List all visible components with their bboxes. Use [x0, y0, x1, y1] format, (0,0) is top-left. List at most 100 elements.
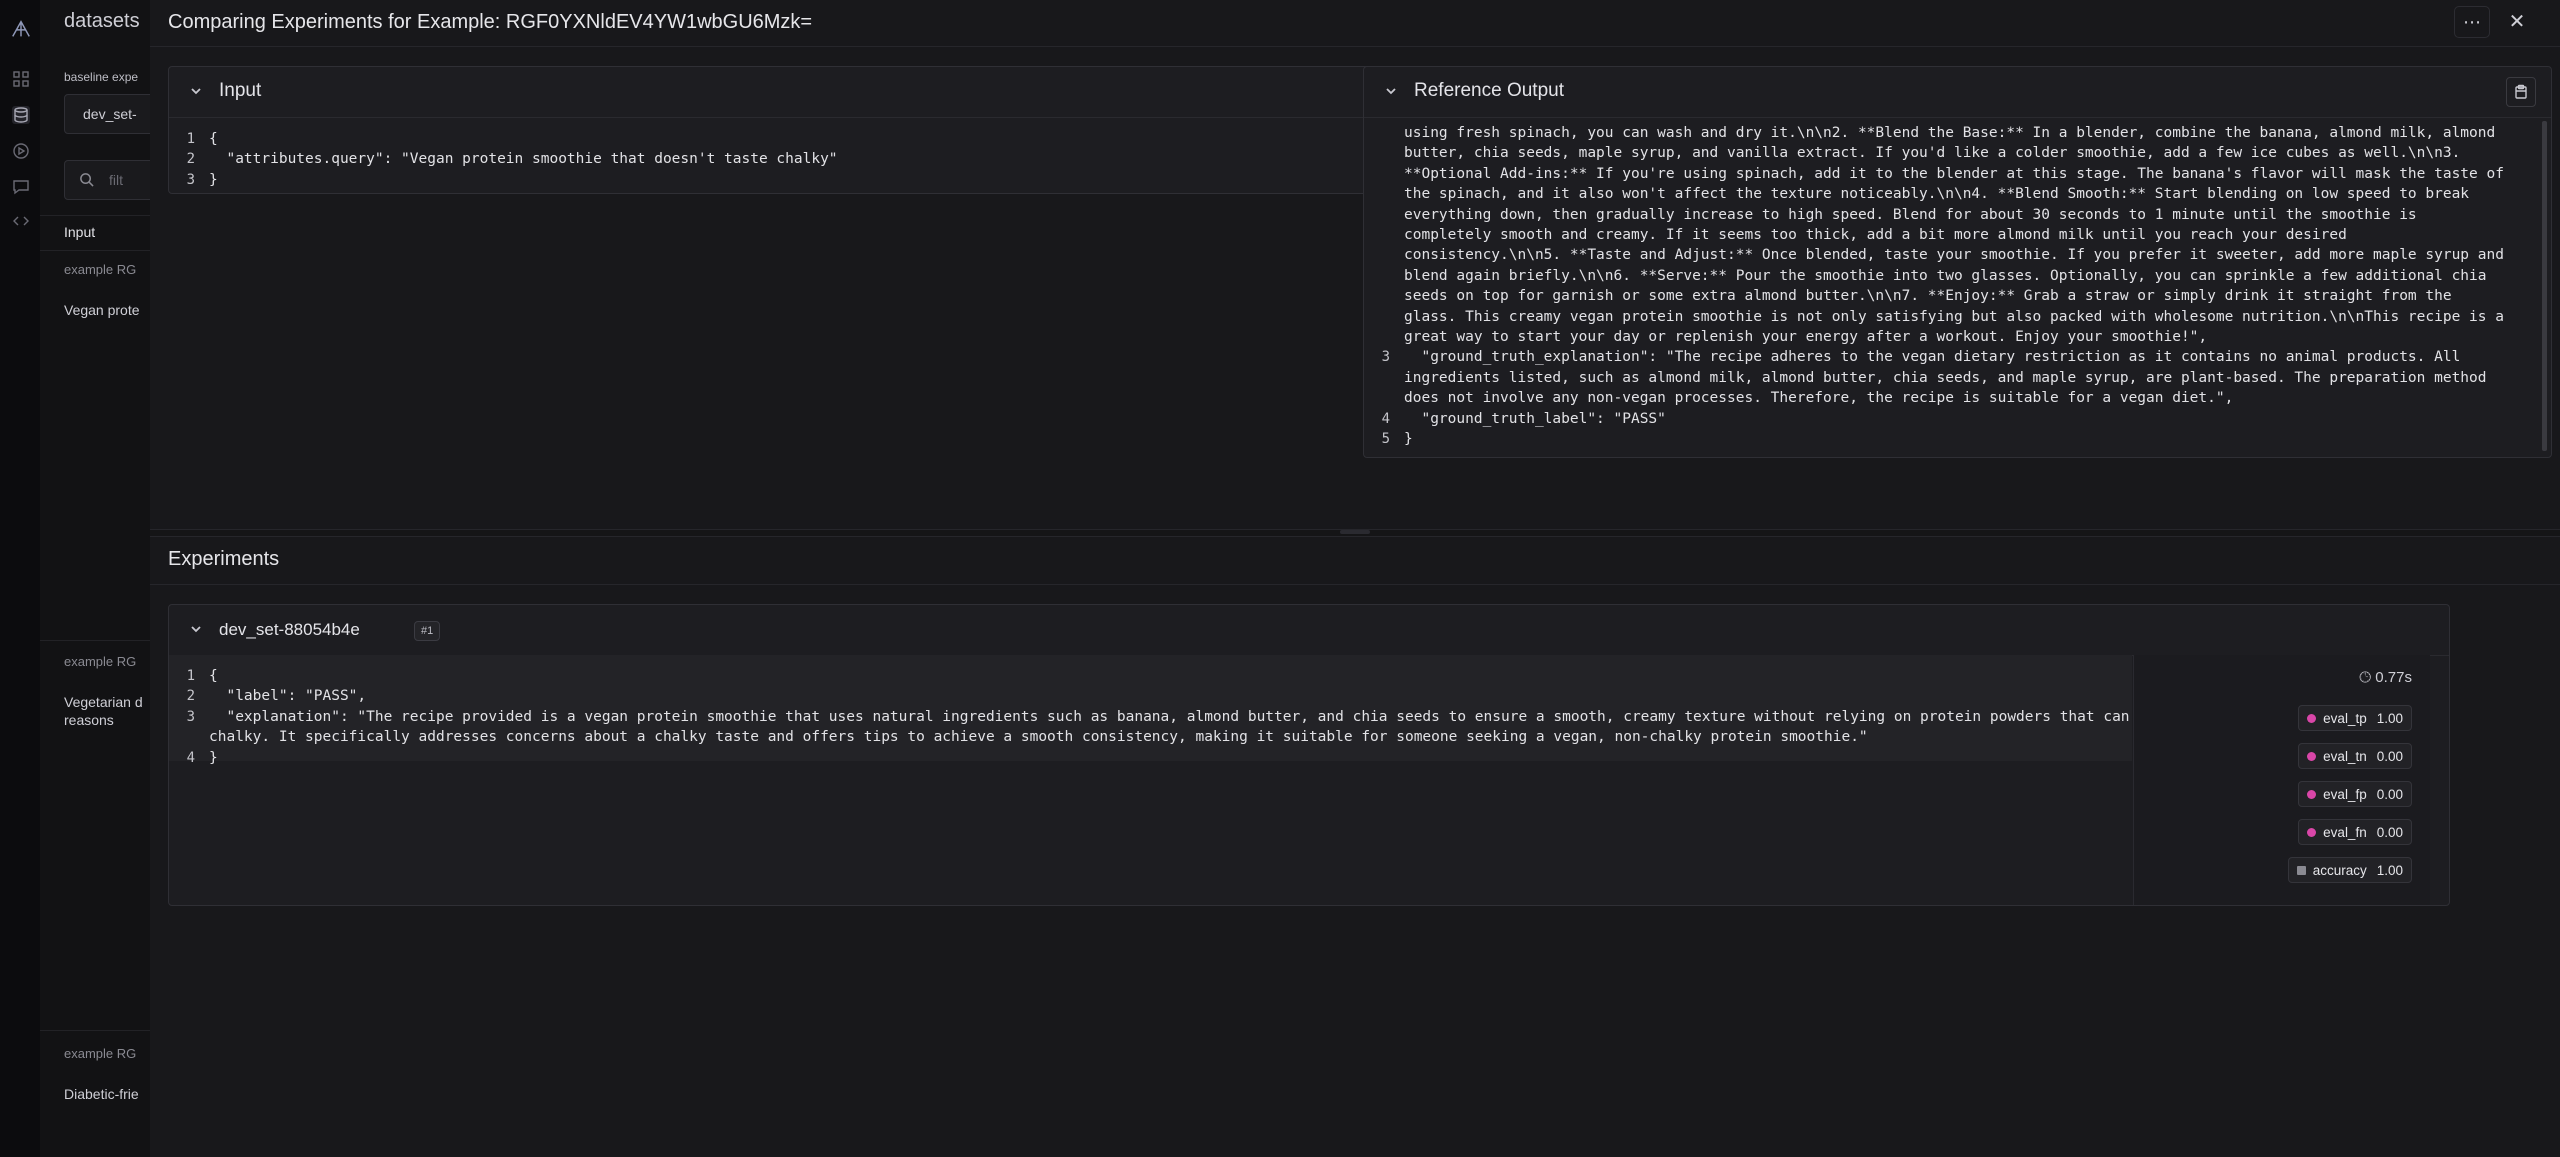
resize-handle[interactable]: [1340, 530, 1370, 534]
datasets-background-panel: datasets baseline expe dev_set- filt Inp…: [40, 0, 151, 1157]
baseline-label: baseline expe: [64, 70, 139, 84]
code-icon[interactable]: [12, 212, 30, 230]
chevron-down-icon[interactable]: [189, 84, 203, 98]
baseline-select[interactable]: dev_set-: [64, 94, 150, 134]
ellipsis-icon: ⋯: [2463, 11, 2481, 32]
line-number: 1: [186, 668, 195, 684]
row-input-text-continued: reasons: [64, 712, 114, 728]
experiment-card: dev_set-88054b4e #1 1 {2 "label": "PASS",…: [168, 604, 2450, 906]
metric-chip-accuracy[interactable]: accuracy 1.00: [2287, 857, 2412, 883]
code-line: seeds on top for garnish or some extra a…: [1404, 288, 2452, 305]
code-line: "explanation": "The recipe provided is a…: [209, 708, 2182, 725]
metric-color-marker: [2307, 827, 2317, 837]
line-number: 3: [186, 708, 195, 725]
code-line: }: [1404, 431, 1413, 447]
chevron-down-icon[interactable]: [1384, 84, 1398, 98]
code-line: {: [209, 131, 218, 147]
filter-input[interactable]: filt: [64, 160, 150, 200]
line-number: 2: [186, 688, 195, 705]
search-icon: [80, 173, 94, 187]
code-line: ingredients listed, such as almond milk,…: [1404, 369, 2487, 386]
code-line: great way to start your day or replenish…: [1404, 329, 2208, 345]
experiment-card-header[interactable]: dev_set-88054b4e #1: [169, 605, 2449, 656]
code-line: using fresh spinach, you can wash and dr…: [1404, 125, 2496, 141]
line-number: 5: [1381, 431, 1390, 447]
metric-chip-eval-tn[interactable]: eval_tn 0.00: [2298, 743, 2412, 769]
metric-color-marker: [2307, 789, 2317, 799]
row-example-label: example RG: [64, 654, 137, 669]
metric-color-marker: [2307, 713, 2317, 723]
metric-name: accuracy: [2312, 862, 2367, 878]
code-line: blend again briefly.\n\n6. **Serve:** Po…: [1404, 267, 2487, 284]
metric-name: eval_tn: [2323, 748, 2367, 764]
row-input-text[interactable]: Vegetarian d: [64, 694, 143, 710]
metric-value: 0.00: [2376, 748, 2403, 764]
line-number: 3: [1381, 349, 1390, 366]
experiment-sequence-badge: #1: [414, 621, 441, 641]
metric-color-marker: [2307, 751, 2317, 761]
experiment-metrics-panel: 🕒︎ 0.77s eval_tp 1.00 eval_tn 0.00 eval_fp 0.…: [2133, 655, 2430, 905]
compare-experiments-modal: Comparing Experiments for Example: RGF0Y…: [150, 0, 2560, 1157]
database-icon[interactable]: [12, 106, 30, 124]
close-modal-button[interactable]: ✕: [2500, 6, 2534, 36]
row-example-label: example RG: [64, 1046, 137, 1061]
row-input-text[interactable]: Vegan prote: [64, 302, 140, 318]
line-number: 3: [186, 171, 195, 188]
metric-value: 0.00: [2376, 786, 2403, 802]
modal-title: Comparing Experiments for Example: RGF0Y…: [168, 11, 813, 33]
metric-value: 1.00: [2376, 710, 2403, 726]
code-line: does not involve any non-vegan processes…: [1404, 390, 2234, 407]
row-input-text[interactable]: Diabetic-frie: [64, 1086, 139, 1102]
line-number: 2: [186, 151, 195, 168]
reference-code-block: using fresh spinach, you can wash and dr…: [1364, 119, 2544, 455]
copy-reference-button[interactable]: [2506, 77, 2536, 107]
code-line: chalky. It specifically addresses concer…: [209, 729, 1868, 746]
metric-chip-eval-tp[interactable]: eval_tp 1.00: [2298, 705, 2412, 731]
input-panel-header[interactable]: Input: [169, 67, 1493, 118]
code-line: consistency.\n\n5. **Taste and Adjust:**…: [1404, 247, 2504, 264]
code-line: {: [209, 668, 218, 684]
code-line: completely smooth and creamy. If it seem…: [1404, 227, 2347, 243]
code-line: the spinach, and it also won't affect th…: [1404, 186, 2470, 203]
close-icon: ✕: [2508, 10, 2526, 33]
chat-icon[interactable]: [12, 178, 30, 196]
code-line: }: [209, 171, 218, 188]
app-logo-icon[interactable]: [10, 18, 32, 40]
metric-value: 1.00: [2376, 862, 2403, 878]
code-line: butter, chia seeds, maple syrup, and van…: [1404, 145, 2461, 162]
chevron-down-icon[interactable]: [189, 622, 203, 636]
reference-output-title: Reference Output: [1414, 80, 1564, 101]
play-circle-icon[interactable]: [12, 142, 30, 160]
metric-value: 0.00: [2376, 824, 2403, 840]
metric-color-marker: [2296, 865, 2306, 875]
line-number: 4: [186, 749, 195, 766]
code-line: glass. This creamy vegan protein smoothi…: [1404, 308, 2504, 325]
input-column-header: Input: [64, 224, 96, 240]
metric-name: eval_fn: [2323, 824, 2367, 840]
code-line: "attributes.query": "Vegan protein smoot…: [209, 151, 838, 168]
clock-icon: 🕒︎: [2359, 669, 2372, 686]
latency-readout: 🕒︎ 0.77s: [2359, 669, 2412, 686]
input-panel: Input 1 {2 "attributes.query": "Vegan pro…: [168, 66, 1494, 194]
metric-name: eval_fp: [2323, 786, 2367, 802]
input-panel-title: Input: [219, 80, 262, 101]
row-example-label: example RG: [64, 262, 137, 277]
code-line: "ground_truth_label": "PASS": [1404, 410, 1666, 427]
modal-header: Comparing Experiments for Example: RGF0Y…: [150, 0, 2560, 47]
code-line: "ground_truth_explanation": "The recipe …: [1404, 349, 2461, 366]
metric-chip-eval-fp[interactable]: eval_fp 0.00: [2298, 781, 2412, 807]
metric-chip-eval-fn[interactable]: eval_fn 0.00: [2298, 819, 2412, 845]
more-options-button[interactable]: ⋯: [2454, 6, 2490, 38]
experiments-header: Experiments: [150, 536, 2560, 585]
reference-output-panel: Reference Output using fresh spinach, yo…: [1363, 66, 2552, 458]
experiments-title: Experiments: [168, 548, 280, 570]
section-title: datasets: [64, 10, 140, 32]
line-number: 4: [1381, 410, 1390, 427]
reference-output-header[interactable]: Reference Output: [1364, 67, 2551, 118]
reference-scrollbar[interactable]: [2542, 121, 2547, 451]
code-line: **Optional Add-ins:** If you're using sp…: [1404, 165, 2504, 182]
code-line: "label": "PASS",: [209, 688, 367, 705]
app-icon-rail: [0, 0, 41, 1157]
grid-icon[interactable]: [12, 70, 30, 88]
line-number: 1: [186, 131, 195, 147]
